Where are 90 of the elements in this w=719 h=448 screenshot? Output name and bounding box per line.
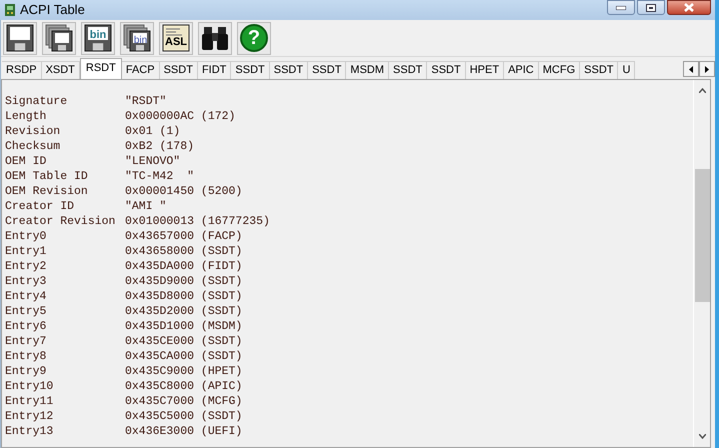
save-binary-button[interactable]: bin <box>81 22 115 54</box>
asl-button[interactable]: ASL <box>159 22 193 54</box>
left-arrow-icon <box>689 66 693 72</box>
field-name: OEM Revision <box>5 184 89 199</box>
field-value: 0x435D1000 (MSDM) <box>125 319 242 334</box>
field-name: OEM Table ID <box>5 169 89 184</box>
tab[interactable]: SSDT <box>389 61 428 79</box>
field-name: Entry6 <box>5 319 48 334</box>
field-value: 0x00001450 (5200) <box>125 184 242 199</box>
minimize-icon <box>616 6 626 10</box>
right-arrow-icon <box>705 66 709 72</box>
tab-scroll-right-button[interactable] <box>699 61 715 77</box>
field-name: Entry11 <box>5 394 54 409</box>
field-name: Entry7 <box>5 334 48 349</box>
field-name: Entry4 <box>5 289 48 304</box>
save-all-binary-button[interactable]: bin <box>120 22 154 54</box>
field-value: 0x435D8000 (SSDT) <box>125 289 242 304</box>
save-button[interactable] <box>3 22 37 54</box>
field-value: 0x435D2000 (SSDT) <box>125 304 242 319</box>
app-icon <box>4 3 16 17</box>
field-name: Checksum <box>5 139 62 154</box>
floppy-disks-icon <box>123 24 151 52</box>
field-value: "LENOVO" <box>125 154 180 169</box>
find-button[interactable] <box>198 22 232 54</box>
field-value: 0x01 (1) <box>125 124 180 139</box>
field-value: 0x43658000 (SSDT) <box>125 244 242 259</box>
close-icon <box>684 3 694 12</box>
field-name: Entry0 <box>5 229 48 244</box>
tab[interactable]: SSDT <box>160 61 198 79</box>
field-name: Signature <box>5 94 68 109</box>
field-name: Creator Revision <box>5 214 116 229</box>
field-name: Length <box>5 109 48 124</box>
field-value: 0x435DA000 (FIDT) <box>125 259 242 274</box>
tab[interactable]: SSDT <box>308 61 346 79</box>
field-value: 0x435CA000 (SSDT) <box>125 349 242 364</box>
scroll-down-icon <box>698 434 706 439</box>
field-name: Creator ID <box>5 199 76 214</box>
scroll-up-icon <box>698 88 706 93</box>
field-name: Entry1 <box>5 244 48 259</box>
tab[interactable]: SSDT <box>270 61 308 79</box>
tab-scroll-left-button[interactable] <box>683 61 699 77</box>
field-name: OEM ID <box>5 154 48 169</box>
tab[interactable]: SSDT <box>580 61 618 79</box>
save-all-button[interactable] <box>42 22 76 54</box>
field-value: "TC-M42 " <box>125 169 194 184</box>
tab[interactable]: SSDT <box>427 61 466 79</box>
restore-icon <box>646 4 656 12</box>
field-name: Entry5 <box>5 304 48 319</box>
field-name: Entry12 <box>5 409 54 424</box>
tab[interactable]: XSDT <box>42 61 80 79</box>
help-button[interactable]: ? <box>237 22 271 54</box>
window-title: ACPI Table <box>20 1 85 20</box>
field-value: 0x01000013 (16777235) <box>125 214 270 229</box>
tab[interactable]: FIDT <box>198 61 232 79</box>
tab[interactable]: SSDT <box>231 61 270 79</box>
tab[interactable]: APIC <box>504 61 539 79</box>
field-value: "AMI " <box>125 199 166 214</box>
field-name: Entry13 <box>5 424 54 439</box>
field-value: 0x43657000 (FACP) <box>125 229 242 244</box>
field-name: Revision <box>5 124 62 139</box>
tab[interactable]: FACP <box>122 61 160 79</box>
tab[interactable]: RSDT <box>80 58 122 79</box>
tab[interactable]: HPET <box>466 61 504 79</box>
field-value: 0x435CE000 (SSDT) <box>125 334 242 349</box>
field-value: 0x435C9000 (HPET) <box>125 364 242 379</box>
binoculars-icon <box>201 25 229 51</box>
document-icon <box>162 24 190 52</box>
tab[interactable]: MSDM <box>346 61 390 79</box>
scrollbar-thumb[interactable] <box>694 169 710 302</box>
field-value: 0x435C5000 (SSDT) <box>125 409 242 424</box>
vertical-scrollbar[interactable] <box>693 80 710 447</box>
field-value: "RSDT" <box>125 94 166 109</box>
field-value: 0x435C8000 (APIC) <box>125 379 242 394</box>
maximize-button[interactable] <box>637 0 665 15</box>
field-name: Entry10 <box>5 379 54 394</box>
field-value: 0x435C7000 (MCFG) <box>125 394 242 409</box>
field-name: Entry8 <box>5 349 48 364</box>
tab[interactable]: MCFG <box>538 61 580 79</box>
field-value: 0xB2 (178) <box>125 139 194 154</box>
tab[interactable]: RSDP <box>2 61 42 79</box>
field-value: 0x436E3000 (UEFI) <box>125 424 242 439</box>
field-name: Entry9 <box>5 364 48 379</box>
field-value: 0x435D9000 (SSDT) <box>125 274 242 289</box>
close-button[interactable] <box>667 0 711 15</box>
floppy-disks-icon <box>45 24 73 52</box>
field-name: Entry3 <box>5 274 48 289</box>
field-value: 0x000000AC (172) <box>125 109 236 124</box>
tab[interactable]: U <box>618 61 636 79</box>
minimize-button[interactable] <box>607 0 635 15</box>
field-name: Entry2 <box>5 259 48 274</box>
